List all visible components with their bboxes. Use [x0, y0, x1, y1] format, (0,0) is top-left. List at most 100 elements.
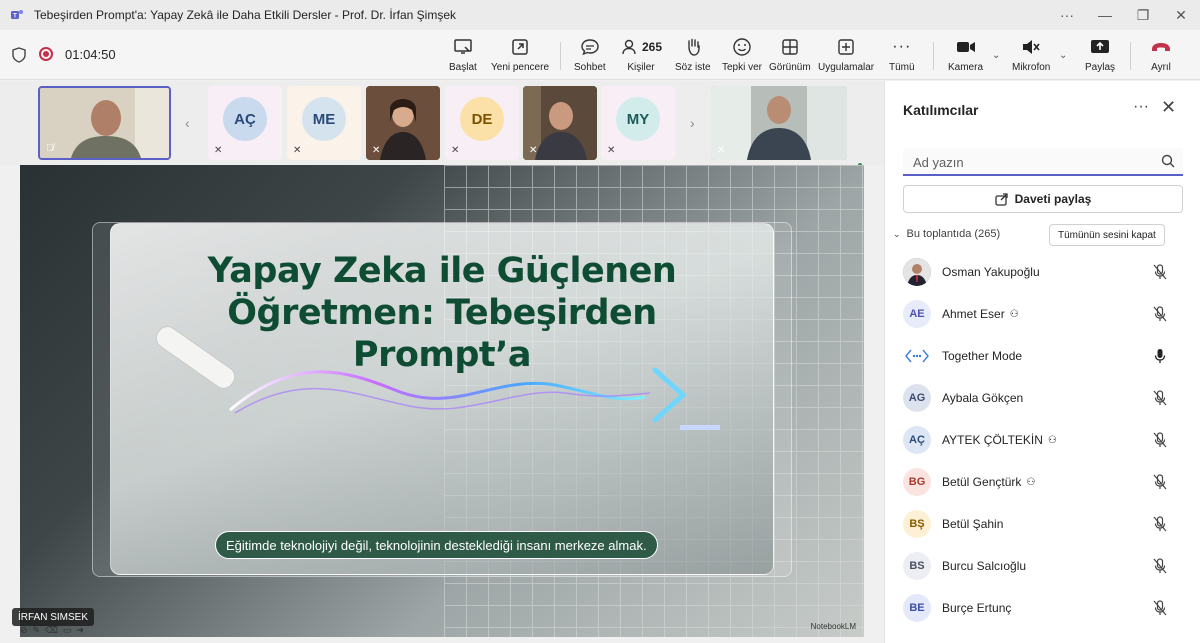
notebooklm-watermark: NotebookLM: [810, 622, 856, 631]
microphone-dropdown-chevron-icon[interactable]: ⌄: [1059, 50, 1067, 61]
next-icon[interactable]: ➔: [76, 625, 84, 637]
participant-tile[interactable]: AÇ ✕: [208, 86, 282, 160]
apps-label: Uygulamalar: [818, 62, 875, 73]
mic-muted-icon: [1153, 600, 1167, 616]
participant-video-strip: 🎙̸ ‹ AÇ ✕ ME ✕ ✕ DE ✕ ✕ MY ✕ › ✕: [0, 81, 884, 165]
participant-row[interactable]: BS Burcu Salcıoğlu: [885, 545, 1200, 587]
mic-muted-icon: ✕: [451, 145, 460, 156]
participant-row[interactable]: BG Betül Gençtürk ⚇: [885, 461, 1200, 503]
new-window-button[interactable]: Yeni pencere: [491, 36, 549, 76]
camera-label: Kamera: [948, 62, 984, 73]
participant-tile[interactable]: DE ✕: [445, 86, 519, 160]
minimize-button[interactable]: —: [1086, 0, 1124, 30]
avatar: BE: [903, 594, 931, 622]
microphone-button[interactable]: Mikrofon: [1012, 36, 1050, 76]
mic-muted-icon: ✕: [717, 145, 726, 156]
mic-muted-icon: [1153, 390, 1167, 406]
start-share-button[interactable]: Başlat: [449, 36, 477, 76]
mic-on-icon: [1154, 349, 1166, 363]
pen-icon[interactable]: ✎: [33, 625, 41, 637]
in-meeting-section-header[interactable]: ⌄ Bu toplantıda (265): [893, 228, 1000, 240]
toolbar-divider: [1130, 42, 1131, 70]
mic-muted-icon: [1023, 40, 1040, 54]
restore-button[interactable]: ❐: [1124, 0, 1162, 30]
participant-name: Aybala Gökçen: [942, 391, 1024, 405]
microphone-label: Mikrofon: [1012, 62, 1051, 73]
panel-more-icon[interactable]: ···: [1133, 98, 1149, 116]
panel-close-icon[interactable]: ✕: [1161, 97, 1176, 118]
participant-list: Osman Yakupoğlu AE Ahmet Eser ⚇ Together …: [885, 251, 1200, 629]
avatar: [903, 258, 931, 286]
share-invite-icon: [994, 193, 1008, 206]
camera-button[interactable]: Kamera: [948, 36, 983, 76]
participant-tile[interactable]: ME ✕: [287, 86, 361, 160]
share-label: Paylaş: [1085, 62, 1116, 73]
self-video-tile[interactable]: 🎙̸: [38, 86, 171, 160]
mic-muted-icon: [1153, 558, 1167, 574]
raise-hand-button[interactable]: Söz iste: [675, 36, 711, 76]
chat-button[interactable]: Sohbet: [574, 36, 606, 76]
chevron-down-icon: ⌄: [893, 228, 901, 239]
participants-panel: Katılımcılar ··· ✕ Daveti paylaş ⌄ Bu to…: [884, 81, 1200, 643]
new-window-label: Yeni pencere: [491, 62, 550, 73]
share-invite-label: Daveti paylaş: [1014, 192, 1092, 206]
toolbar-divider: [933, 42, 934, 70]
captions-icon[interactable]: ▭: [63, 625, 72, 637]
close-window-button[interactable]: ✕: [1162, 0, 1200, 30]
meeting-toolbar: 01:04:50 Başlat Yeni pencere Sohbet 265 …: [0, 30, 1200, 108]
camera-dropdown-chevron-icon[interactable]: ⌄: [992, 50, 1000, 61]
participant-name: Burcu Salcıoğlu: [942, 559, 1027, 573]
participant-search-input[interactable]: [913, 152, 1143, 172]
participant-video-tile[interactable]: ✕: [711, 86, 847, 160]
more-button[interactable]: ··· Tümü: [889, 36, 915, 76]
annotation-toolbar: ⊘ ✎ ⌫ ▭ ➔: [20, 625, 84, 637]
participant-row[interactable]: BE Burçe Ertunç: [885, 587, 1200, 629]
participant-row[interactable]: Osman Yakupoğlu: [885, 251, 1200, 293]
more-label: Tümü: [889, 62, 915, 73]
participant-video-tile[interactable]: ✕: [523, 86, 597, 160]
apps-button[interactable]: Uygulamalar: [818, 36, 874, 76]
teams-app-icon: T: [11, 10, 23, 20]
participant-tile[interactable]: MY ✕: [601, 86, 675, 160]
strip-next-chevron-icon[interactable]: ›: [690, 115, 695, 131]
participant-row[interactable]: AÇ AYTEK ÇÖLTEKİN ⚇: [885, 419, 1200, 461]
together-mode-icon: [905, 349, 929, 363]
people-button[interactable]: 265 Kişiler: [620, 36, 662, 76]
presenter-name: İRFAN SIMSEK: [18, 611, 89, 623]
new-window-icon: [512, 39, 528, 55]
title-bar: T Tebeşirden Prompt'a: Yapay Zekâ ile Da…: [0, 0, 1200, 30]
participant-video-tile[interactable]: ✕: [366, 86, 440, 160]
participant-row[interactable]: AG Aybala Gökçen: [885, 377, 1200, 419]
apps-icon: [838, 39, 854, 55]
participant-name: Ahmet Eser ⚇: [942, 307, 1019, 321]
react-button[interactable]: Tepki ver: [722, 36, 762, 76]
participant-row[interactable]: BŞ Betül Şahin: [885, 503, 1200, 545]
chat-icon: [581, 39, 599, 56]
eraser-icon[interactable]: ⌫: [45, 625, 58, 637]
avatar: BG: [903, 468, 931, 496]
participant-row[interactable]: AE Ahmet Eser ⚇: [885, 293, 1200, 335]
mute-all-button[interactable]: Tümünün sesini kapat: [1049, 224, 1165, 246]
window-options-button[interactable]: ···: [1048, 0, 1086, 30]
presenter-name-badge: İRFAN SIMSEK: [12, 608, 95, 626]
share-button[interactable]: Paylaş: [1085, 36, 1115, 76]
react-label: Tepki ver: [722, 62, 763, 73]
meeting-timer: 01:04:50: [65, 47, 116, 62]
view-icon: [782, 39, 798, 55]
shield-icon[interactable]: [12, 47, 26, 63]
participant-initials: AÇ: [223, 97, 267, 141]
participant-row[interactable]: Together Mode: [885, 335, 1200, 377]
leave-button[interactable]: Ayrıl: [1150, 36, 1172, 76]
mic-muted-icon: ✕: [214, 145, 223, 156]
participant-name: Together Mode: [942, 349, 1023, 363]
view-label: Görünüm: [769, 62, 811, 73]
share-invite-button[interactable]: Daveti paylaş: [903, 185, 1183, 213]
participant-initials: DE: [460, 97, 504, 141]
strip-prev-chevron-icon[interactable]: ‹: [185, 115, 190, 131]
view-button[interactable]: Görünüm: [769, 36, 811, 76]
slide-caption: Eğitimde teknolojiyi değil, teknolojinin…: [215, 531, 658, 559]
pointer-icon[interactable]: ⊘: [20, 625, 28, 637]
person-video-thumbnail: [711, 86, 847, 160]
mic-muted-icon: [1153, 264, 1167, 280]
mic-muted-icon: [1153, 306, 1167, 322]
